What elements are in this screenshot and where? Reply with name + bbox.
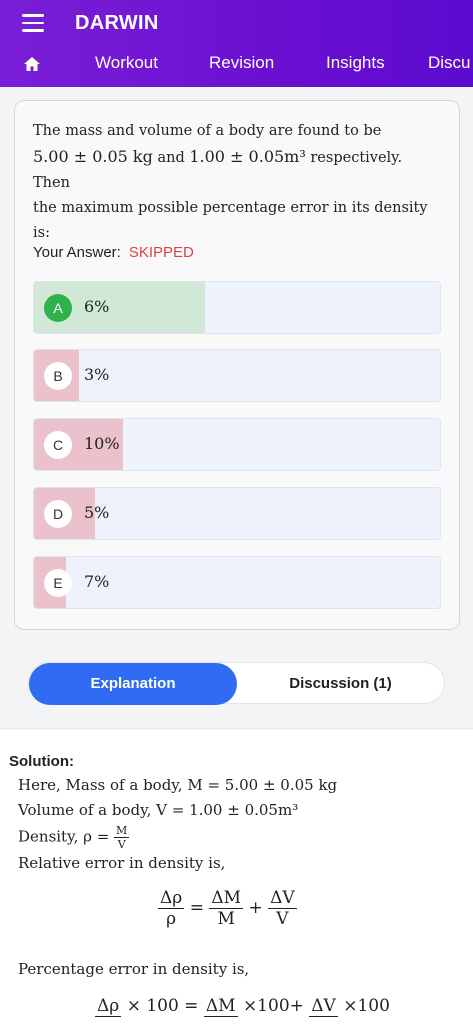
eq1-equals: =: [189, 898, 204, 918]
eq2-t2-num: ΔV: [309, 996, 338, 1017]
percentage-error-label: Percentage error in density is,: [18, 960, 250, 978]
explanation-tab[interactable]: Explanation: [29, 663, 237, 705]
tab-revision[interactable]: Revision: [209, 53, 274, 73]
solution-mass-line: Here, Mass of a body, M = 5.00 ± 0.05 kg: [18, 776, 338, 794]
eq2-times2: ×100+: [242, 996, 304, 1016]
eq1-lhs-den: ρ: [166, 909, 177, 929]
eq1-lhs-num: Δρ: [158, 888, 185, 909]
option-b[interactable]: B 3%: [33, 349, 441, 402]
question-line-3: the maximum possible percentage error in…: [33, 200, 428, 241]
option-b-badge: B: [44, 362, 72, 390]
tab-workout[interactable]: Workout: [95, 53, 158, 73]
answer-status-badge: SKIPPED: [128, 244, 194, 261]
eq2-lhs-num: Δρ: [95, 996, 122, 1017]
density-num: M: [114, 824, 130, 838]
density-prefix: Density, ρ =: [18, 827, 110, 846]
solution-panel: Solution: Here, Mass of a body, M = 5.00…: [0, 730, 473, 1024]
your-answer: Your Answer: SKIPPED: [33, 244, 194, 261]
question-volume: 1.00 ± 0.05m³: [189, 147, 306, 166]
eq1-term1: ΔM M: [209, 888, 244, 929]
eq2-t1-num: ΔM: [203, 996, 238, 1017]
option-c[interactable]: C 10%: [33, 418, 441, 471]
density-den: V: [117, 838, 126, 851]
app-title: DARWIN: [75, 12, 159, 34]
option-c-text: 10%: [84, 434, 120, 453]
eq2-term2: ΔV: [309, 996, 338, 1017]
solution-title: Solution:: [9, 753, 74, 770]
option-e-badge: E: [44, 569, 72, 597]
option-d[interactable]: D 5%: [33, 487, 441, 540]
your-answer-label: Your Answer:: [33, 244, 121, 261]
eq2-lhs: Δρ: [95, 996, 122, 1017]
eq1-lhs: Δρ ρ: [158, 888, 185, 929]
option-d-text: 5%: [84, 503, 110, 522]
option-a[interactable]: A 6%: [33, 281, 441, 334]
discussion-tab[interactable]: Discussion (1): [237, 663, 444, 705]
relative-error-label: Relative error in density is,: [18, 854, 226, 872]
tab-insights[interactable]: Insights: [326, 53, 385, 73]
question-and: and: [157, 150, 185, 166]
hamburger-menu-icon[interactable]: [22, 14, 44, 32]
solution-volume-line: Volume of a body, V = 1.00 ± 0.05m³: [18, 801, 299, 819]
question-text: The mass and volume of a body are found …: [33, 119, 443, 246]
option-a-text: 6%: [84, 297, 110, 316]
option-e[interactable]: E 7%: [33, 556, 441, 609]
eq2-times3: ×100: [343, 996, 390, 1016]
percentage-error-equation: Δρ × 100 = ΔM ×100+ ΔV ×100: [95, 996, 390, 1017]
home-icon[interactable]: [22, 54, 42, 74]
explanation-discussion-toggle: Explanation Discussion (1): [28, 662, 445, 705]
option-a-badge: A: [44, 294, 72, 322]
eq1-plus: +: [248, 898, 263, 918]
relative-error-equation: Δρ ρ = ΔM M + ΔV V: [158, 888, 297, 929]
section-divider: [0, 728, 473, 729]
eq2-times1: × 100 =: [126, 996, 199, 1016]
option-b-text: 3%: [84, 365, 110, 384]
nav-tabs: Workout Revision Insights Discu: [0, 44, 473, 84]
density-fraction: MV: [114, 824, 130, 851]
app-header: DARWIN Workout Revision Insights Discu: [0, 0, 473, 87]
option-e-text: 7%: [84, 572, 110, 591]
question-line-1: The mass and volume of a body are found …: [33, 123, 382, 139]
question-mass: 5.00 ± 0.05 kg: [33, 147, 153, 166]
eq1-term2: ΔV V: [268, 888, 297, 929]
question-line-2: 5.00 ± 0.05 kg and 1.00 ± 0.05m³ respect…: [33, 144, 443, 196]
solution-density-line: Density, ρ = MV: [18, 824, 130, 851]
tab-discussion[interactable]: Discu: [428, 53, 471, 73]
option-d-badge: D: [44, 500, 72, 528]
eq1-t2-den: V: [276, 909, 289, 929]
question-card: The mass and volume of a body are found …: [14, 100, 460, 630]
option-c-badge: C: [44, 431, 72, 459]
eq1-t1-den: M: [217, 909, 235, 929]
eq1-t1-num: ΔM: [209, 888, 244, 909]
eq2-term1: ΔM: [203, 996, 238, 1017]
eq1-t2-num: ΔV: [268, 888, 297, 909]
